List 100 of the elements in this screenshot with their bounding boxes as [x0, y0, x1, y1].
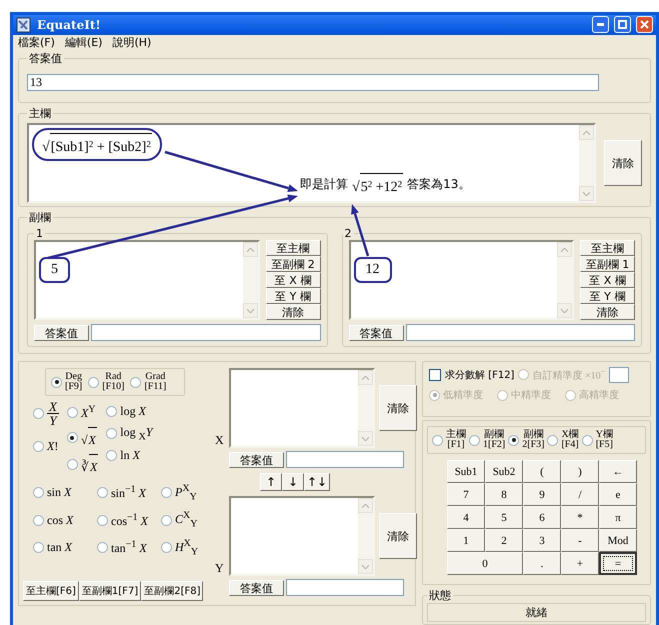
scroll-down-button[interactable]	[242, 303, 258, 318]
answer-button[interactable]: 答案值	[348, 324, 404, 340]
keypad-key[interactable]: *	[561, 506, 599, 529]
transfer-button[interactable]: 至主欄	[580, 240, 635, 256]
answer-field[interactable]	[406, 324, 635, 341]
scroll-up-button[interactable]	[358, 370, 373, 385]
sub-text-area[interactable]: 5	[34, 240, 260, 320]
function-radio[interactable]	[106, 406, 118, 417]
keypad-key[interactable]: π	[599, 506, 637, 529]
transfer-button[interactable]: 至副欄1[F7]	[78, 581, 142, 601]
keypad-key[interactable]: 2	[485, 529, 523, 552]
transfer-button[interactable]: 清除	[580, 304, 635, 320]
scroll-down-button[interactable]	[579, 186, 594, 201]
input-text-area[interactable]	[229, 368, 375, 448]
scroll-up-button[interactable]	[242, 242, 258, 257]
function-radio[interactable]	[33, 441, 44, 452]
function-radio[interactable]	[97, 487, 108, 498]
keypad-key[interactable]: 7	[447, 483, 485, 506]
maximize-button[interactable]	[614, 16, 631, 34]
function-radio[interactable]	[33, 408, 44, 419]
transfer-button[interactable]: 清除	[266, 304, 320, 320]
scroll-down-button[interactable]	[358, 559, 373, 574]
function-radio[interactable]	[161, 487, 172, 498]
transfer-button[interactable]: 至 Y 欄	[580, 288, 635, 304]
minimize-button[interactable]	[592, 16, 609, 34]
sub-text-area[interactable]: 12	[348, 240, 574, 320]
clear-button[interactable]: 清除	[604, 140, 642, 186]
keypad-key[interactable]: +	[561, 552, 599, 575]
target-radio[interactable]	[432, 434, 443, 446]
keypad-key[interactable]: ←	[599, 460, 637, 483]
answer-field[interactable]	[286, 579, 404, 596]
transfer-button[interactable]: 至副欄2[F8]	[141, 581, 204, 601]
answer-button[interactable]: 答案值	[229, 452, 284, 468]
scroll-down-button[interactable]	[557, 303, 572, 318]
scrollbar[interactable]	[242, 242, 258, 318]
scrollbar[interactable]	[358, 370, 373, 446]
keypad-key[interactable]: 1	[447, 529, 485, 552]
answer-field[interactable]	[286, 451, 404, 468]
close-button[interactable]	[636, 16, 653, 34]
keypad-key[interactable]: .	[523, 552, 561, 575]
keypad-key[interactable]: 3	[523, 529, 561, 552]
transfer-button[interactable]: 至主欄[F6]	[23, 581, 79, 601]
keypad-key[interactable]: 6	[523, 506, 561, 529]
answer-button[interactable]: 答案值	[229, 580, 284, 596]
transfer-button[interactable]: 至主欄	[266, 240, 320, 256]
target-radio[interactable]	[582, 434, 593, 446]
clear-button[interactable]: 清除	[379, 385, 417, 431]
target-radio[interactable]	[547, 434, 558, 446]
swap-button[interactable]: ↑	[260, 473, 282, 491]
target-radio[interactable]	[508, 434, 520, 446]
keypad-key[interactable]: 5	[485, 506, 523, 529]
function-radio[interactable]	[97, 542, 108, 553]
keypad-key[interactable]: Sub2	[485, 460, 523, 483]
scroll-up-button[interactable]	[579, 125, 594, 140]
angle-radio[interactable]	[130, 376, 142, 388]
function-radio[interactable]	[97, 514, 108, 526]
swap-button[interactable]: ↓	[282, 473, 304, 491]
answer-field[interactable]	[91, 324, 320, 341]
scrollbar[interactable]	[557, 242, 572, 318]
fraction-checkbox[interactable]	[429, 369, 441, 381]
function-radio[interactable]	[161, 542, 172, 553]
function-radio[interactable]	[106, 450, 118, 462]
keypad-key[interactable]: /	[561, 483, 599, 506]
function-radio[interactable]	[66, 432, 78, 443]
scroll-up-button[interactable]	[358, 498, 373, 513]
answer-button[interactable]: 答案值	[34, 324, 89, 340]
clear-button[interactable]: 清除	[379, 513, 417, 559]
transfer-button[interactable]: 至 X 欄	[266, 272, 320, 288]
scroll-down-button[interactable]	[358, 431, 373, 446]
keypad-key[interactable]: 4	[447, 506, 485, 529]
transfer-button[interactable]: 至 Y 欄	[266, 288, 320, 304]
menu-item[interactable]: 檔案(F)	[18, 35, 55, 50]
swap-button[interactable]: ↑↓	[304, 473, 330, 491]
function-radio[interactable]	[33, 514, 44, 526]
angle-radio[interactable]	[88, 376, 100, 388]
target-radio[interactable]	[469, 434, 480, 446]
keypad-key[interactable]: Mod	[599, 529, 637, 552]
function-radio[interactable]	[66, 459, 78, 470]
keypad-key[interactable]: 9	[523, 483, 561, 506]
scrollbar[interactable]	[579, 125, 594, 201]
main-text-area[interactable]: √[Sub1]$^{2}$ + [Sub2]$^{2}$ 即是計算 √5$^{2}$ +12$^{2}$ 答案為13。	[27, 123, 596, 203]
function-radio[interactable]	[66, 407, 78, 418]
scroll-up-button[interactable]	[557, 242, 572, 257]
precision-field[interactable]	[609, 367, 630, 383]
transfer-button[interactable]: 至副欄 1	[580, 256, 635, 272]
answer-field[interactable]: 13	[27, 74, 599, 91]
keypad-key[interactable]: 0	[447, 552, 523, 575]
keypad-key[interactable]: Sub1	[447, 460, 485, 483]
function-radio[interactable]	[106, 428, 118, 440]
transfer-button[interactable]: 至 X 欄	[580, 272, 635, 288]
keypad-key[interactable]: (	[523, 460, 561, 483]
menu-item[interactable]: 編輯(E)	[64, 35, 102, 50]
input-text-area[interactable]	[229, 496, 375, 576]
keypad-key[interactable]: 8	[485, 483, 523, 506]
menu-item[interactable]: 說明(H)	[112, 35, 152, 50]
transfer-button[interactable]: 至副欄 2	[266, 256, 320, 272]
function-radio[interactable]	[161, 514, 172, 526]
angle-radio[interactable]	[51, 376, 62, 388]
scrollbar[interactable]	[358, 498, 373, 574]
keypad-key[interactable]: e	[599, 483, 637, 506]
